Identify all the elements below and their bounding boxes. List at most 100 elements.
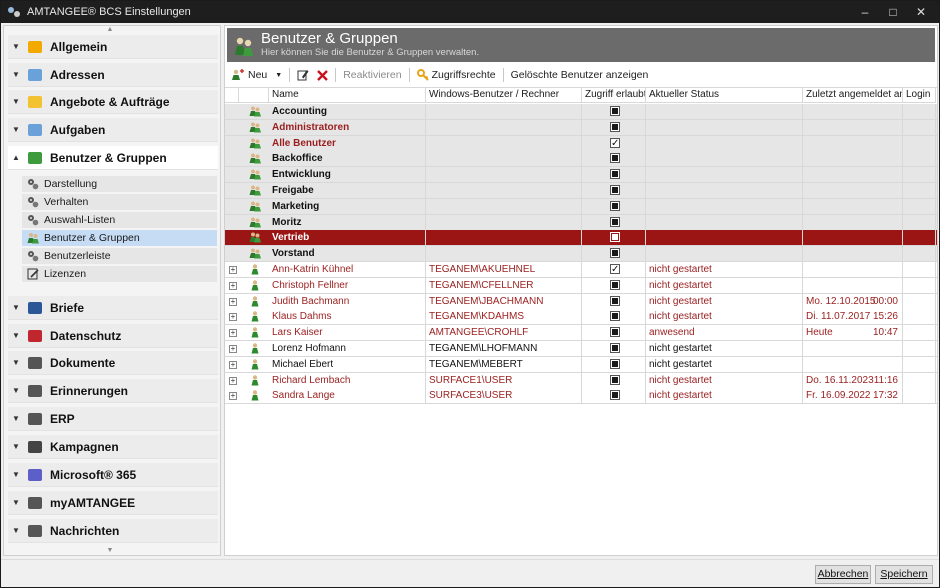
group-row[interactable]: Marketing bbox=[225, 198, 937, 215]
user-row[interactable]: + Ann-Katrin KühnelTEGANEM\AKUEHNEL nicht … bbox=[225, 262, 937, 278]
sidebar-subitem-benutzerleiste[interactable]: Benutzerleiste bbox=[22, 248, 217, 265]
new-button[interactable]: Neu bbox=[227, 65, 271, 85]
expand-icon[interactable]: + bbox=[229, 360, 237, 369]
sidebar-subitem-lizenzen[interactable]: Lizenzen bbox=[22, 266, 217, 283]
column-header-login[interactable]: Login bbox=[903, 88, 936, 103]
access-allowed-checkbox[interactable] bbox=[610, 327, 620, 338]
sidebar-group-allgemein[interactable]: ▼ Allgemein bbox=[8, 35, 218, 59]
group-row[interactable]: Administratoren bbox=[225, 119, 937, 136]
sidebar-group-dokumente[interactable]: ▼ Dokumente bbox=[8, 351, 218, 375]
minimize-button[interactable]: – bbox=[851, 1, 879, 23]
expand-icon[interactable]: + bbox=[229, 345, 237, 353]
sidebar-group-aufgaben[interactable]: ▼ Aufgaben bbox=[8, 118, 218, 142]
column-header-status[interactable]: Aktueller Status bbox=[646, 88, 803, 103]
user-row[interactable]: + Klaus Dahms TEGANEM\KDAHMS nicht gestarte… bbox=[225, 309, 937, 326]
group-row[interactable]: Alle Benutzer bbox=[225, 135, 937, 152]
group-row[interactable]: Entwicklung bbox=[225, 167, 937, 184]
sidebar-group-datenschutz[interactable]: ▼ Datenschutz bbox=[8, 324, 218, 348]
windows-user-cell bbox=[426, 214, 582, 230]
sidebar-subitem-auswahl-listen[interactable]: Auswahl-Listen bbox=[22, 212, 217, 229]
user-row[interactable]: + Sandra Lange SURFACE3\USER nicht gestarte… bbox=[225, 388, 937, 405]
edit-button[interactable] bbox=[293, 65, 313, 85]
sidebar-group-adressen[interactable]: ▼ Adressen bbox=[8, 63, 218, 87]
show-deleted-users-button[interactable]: Gelöschte Benutzer anzeigen bbox=[507, 65, 653, 85]
column-header-last-login[interactable]: Zuletzt angemeldet am bbox=[803, 88, 903, 103]
access-allowed-checkbox[interactable] bbox=[610, 121, 620, 132]
expand-icon[interactable]: + bbox=[229, 329, 237, 338]
column-header-icon bbox=[239, 88, 269, 103]
group-name: Vertrieb bbox=[269, 230, 426, 246]
sidebar-scroll-up-icon[interactable]: ▲ bbox=[104, 26, 116, 33]
access-allowed-checkbox[interactable] bbox=[610, 311, 620, 322]
access-allowed-checkbox[interactable] bbox=[610, 232, 620, 243]
sidebar-group-benutzer-gruppen[interactable]: ▲ Benutzer & Gruppen bbox=[8, 146, 218, 170]
access-allowed-checkbox[interactable] bbox=[610, 169, 620, 180]
sidebar-group-erp[interactable]: ▼ ERP bbox=[8, 407, 218, 431]
windows-user-cell bbox=[426, 151, 582, 167]
group-row[interactable]: Backoffice bbox=[225, 151, 937, 168]
user-row[interactable]: + Christoph Fellner TEGANEM\CFELLNER nicht … bbox=[225, 277, 937, 294]
expand-icon[interactable]: + bbox=[229, 297, 237, 306]
sidebar-subitem-label: Darstellung bbox=[44, 178, 98, 190]
sidebar-subitem-darstellung[interactable]: Darstellung bbox=[22, 176, 217, 193]
group-row[interactable]: Moritz bbox=[225, 214, 937, 231]
group-row[interactable]: Freigabe bbox=[225, 183, 937, 199]
access-allowed-checkbox[interactable] bbox=[610, 374, 620, 385]
access-allowed-checkbox[interactable] bbox=[610, 343, 620, 353]
status-cell bbox=[646, 198, 803, 214]
maximize-button[interactable]: □ bbox=[879, 1, 907, 23]
cancel-button[interactable]: Abbrechen bbox=[815, 565, 871, 584]
access-allowed-checkbox[interactable] bbox=[610, 295, 620, 306]
group-icon bbox=[249, 138, 261, 149]
access-allowed-checkbox[interactable] bbox=[610, 153, 620, 164]
access-allowed-checkbox[interactable] bbox=[610, 185, 620, 195]
user-row[interactable]: + Richard Lembach SURFACE1\USER nicht gesta… bbox=[225, 372, 937, 389]
access-allowed-checkbox[interactable] bbox=[610, 390, 620, 401]
user-row[interactable]: + Judith Bachmann TEGANEM\JBACHMANN nicht g… bbox=[225, 293, 937, 310]
access-allowed-checkbox[interactable] bbox=[610, 248, 620, 259]
new-dropdown-button[interactable]: ▼ bbox=[271, 65, 286, 85]
user-row[interactable]: + Lars Kaiser AMTANGEE\CROHLF anwesend Heute… bbox=[225, 325, 937, 342]
chevron-down-icon: ▼ bbox=[12, 470, 20, 479]
column-header-access[interactable]: Zugriff erlaubt bbox=[582, 88, 646, 103]
delete-button[interactable] bbox=[313, 65, 332, 85]
expand-icon[interactable]: + bbox=[229, 281, 237, 290]
window-title: AMTANGEE® BCS Einstellungen bbox=[27, 6, 191, 18]
sidebar-group-nachrichten[interactable]: ▼ Nachrichten bbox=[8, 519, 218, 543]
group-row[interactable]: Vertrieb bbox=[225, 230, 937, 247]
access-allowed-checkbox[interactable] bbox=[610, 262, 620, 277]
group-row[interactable]: Accounting bbox=[225, 104, 937, 120]
user-row[interactable]: + Michael Ebert TEGANEM\MEBERT nicht gestar… bbox=[225, 356, 937, 373]
expand-icon[interactable]: + bbox=[229, 266, 237, 274]
column-header-name[interactable]: Name bbox=[269, 88, 426, 103]
sidebar-scroll-down-icon[interactable]: ▼ bbox=[104, 547, 116, 554]
sidebar-subitem-verhalten[interactable]: Verhalten bbox=[22, 194, 217, 211]
access-allowed-checkbox[interactable] bbox=[610, 106, 620, 116]
sidebar-group-briefe[interactable]: ▼ Briefe bbox=[8, 296, 218, 320]
group-row[interactable]: Vorstand bbox=[225, 246, 937, 263]
sidebar-group-microsoft-365[interactable]: ▼ Microsoft® 365 bbox=[8, 463, 218, 487]
access-rights-button[interactable]: Zugriffsrechte bbox=[413, 65, 500, 85]
user-name: Michael Ebert bbox=[269, 356, 426, 372]
last-login-time: 15:26 bbox=[872, 311, 898, 323]
toolbar: Neu ▼ Reaktivieren Zugriffsrechte Gelösc… bbox=[227, 64, 935, 86]
close-button[interactable]: ✕ bbox=[907, 1, 935, 23]
access-allowed-checkbox[interactable] bbox=[610, 136, 620, 151]
access-allowed-checkbox[interactable] bbox=[610, 216, 620, 227]
expand-icon[interactable]: + bbox=[229, 313, 237, 322]
user-row[interactable]: + Lorenz Hofmann TEGANEM\LHOFMANN nicht ges… bbox=[225, 341, 937, 357]
access-allowed-checkbox[interactable] bbox=[610, 200, 620, 211]
access-allowed-checkbox[interactable] bbox=[610, 358, 620, 369]
expand-icon[interactable]: + bbox=[229, 392, 237, 401]
save-button[interactable]: Speichern bbox=[875, 565, 933, 584]
sidebar-group-kampagnen[interactable]: ▼ Kampagnen bbox=[8, 435, 218, 459]
sidebar-group-angebote-auftr-ge[interactable]: ▼ Angebote & Aufträge bbox=[8, 90, 218, 114]
access-allowed-checkbox[interactable] bbox=[610, 279, 620, 290]
sidebar-group-erinnerungen[interactable]: ▼ Erinnerungen bbox=[8, 379, 218, 403]
sidebar-group-myamtangee[interactable]: ▼ myAMTANGEE bbox=[8, 491, 218, 515]
sidebar-subitem-label: Benutzerleiste bbox=[44, 250, 111, 262]
sidebar-subitem-benutzer-gruppen[interactable]: Benutzer & Gruppen bbox=[22, 230, 217, 247]
expand-icon[interactable]: + bbox=[229, 376, 237, 385]
column-header-windows-user[interactable]: Windows-Benutzer / Rechner bbox=[426, 88, 582, 103]
reactivate-button[interactable]: Reaktivieren bbox=[339, 65, 405, 85]
